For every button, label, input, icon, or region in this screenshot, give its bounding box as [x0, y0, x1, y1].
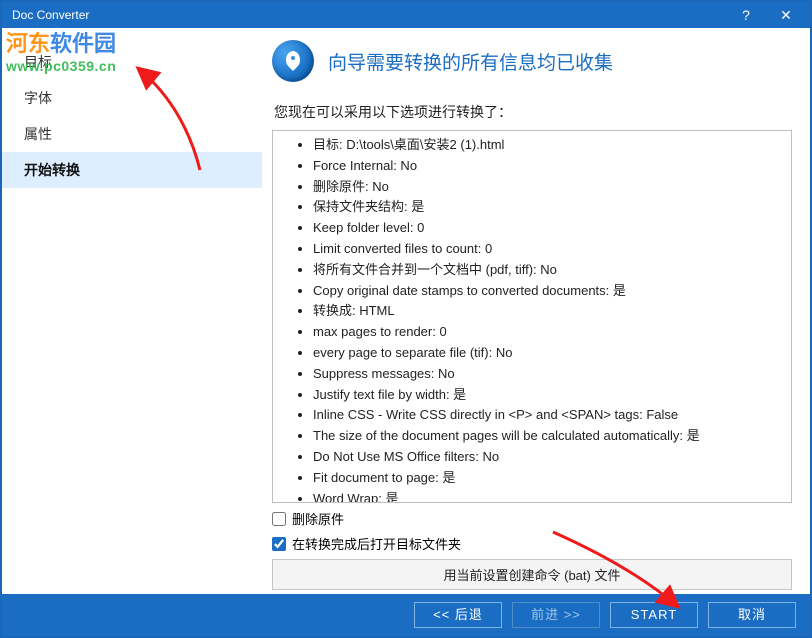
footer-bar: << 后退 前进 >> START 取消 — [2, 594, 810, 636]
close-button[interactable]: ✕ — [766, 2, 806, 28]
window-title: Doc Converter — [12, 8, 726, 22]
summary-item: Word Wrap: 是 — [313, 489, 783, 503]
checkbox-delete-source-row: 删除原件 — [272, 509, 792, 528]
summary-item: Justify text file by width: 是 — [313, 385, 783, 406]
checkbox-open-target-row: 在转换完成后打开目标文件夹 — [272, 534, 792, 553]
instruction-text: 您现在可以采用以下选项进行转换了： — [274, 102, 792, 122]
back-button[interactable]: << 后退 — [414, 602, 502, 628]
summary-item: The size of the document pages will be c… — [313, 426, 783, 447]
page-heading: 向导需要转换的所有信息均已收集 — [328, 48, 613, 75]
checkbox-open-target[interactable] — [272, 537, 286, 551]
start-button[interactable]: START — [610, 602, 698, 628]
sidebar-item-target[interactable]: 目标 — [2, 44, 262, 80]
cancel-button[interactable]: 取消 — [708, 602, 796, 628]
summary-item: Limit converted files to count: 0 — [313, 239, 783, 260]
summary-item: 将所有文件合并到一个文档中 (pdf, tiff): No — [313, 260, 783, 281]
summary-item: Keep folder level: 0 — [313, 218, 783, 239]
summary-item: 目标: D:\tools\桌面\安装2 (1).html — [313, 135, 783, 156]
summary-item: max pages to render: 0 — [313, 322, 783, 343]
rocket-icon — [272, 40, 314, 82]
next-button: 前进 >> — [512, 602, 600, 628]
help-button[interactable]: ? — [726, 2, 766, 28]
summary-listbox[interactable]: 目标: D:\tools\桌面\安装2 (1).htmlForce Intern… — [272, 130, 792, 503]
title-bar: Doc Converter ? ✕ — [2, 2, 810, 28]
summary-item: Do Not Use MS Office filters: No — [313, 447, 783, 468]
sidebar-item-fonts[interactable]: 字体 — [2, 80, 262, 116]
summary-item: Force Internal: No — [313, 156, 783, 177]
sidebar: 目标 字体 属性 开始转换 — [2, 28, 262, 594]
sidebar-item-start[interactable]: 开始转换 — [2, 152, 262, 188]
summary-item: Fit document to page: 是 — [313, 468, 783, 489]
checkbox-delete-source[interactable] — [272, 512, 286, 526]
summary-item: Inline CSS - Write CSS directly in <P> a… — [313, 405, 783, 426]
summary-item: 删除原件: No — [313, 177, 783, 198]
summary-item: every page to separate file (tif): No — [313, 343, 783, 364]
content-pane: 向导需要转换的所有信息均已收集 您现在可以采用以下选项进行转换了： 目标: D:… — [262, 28, 810, 594]
create-bat-button[interactable]: 用当前设置创建命令 (bat) 文件 — [272, 559, 792, 590]
sidebar-item-properties[interactable]: 属性 — [2, 116, 262, 152]
summary-item: Copy original date stamps to converted d… — [313, 281, 783, 302]
checkbox-open-target-label: 在转换完成后打开目标文件夹 — [292, 534, 461, 553]
summary-item: 保持文件夹结构: 是 — [313, 197, 783, 218]
summary-item: 转换成: HTML — [313, 301, 783, 322]
checkbox-delete-source-label: 删除原件 — [292, 509, 344, 528]
summary-item: Suppress messages: No — [313, 364, 783, 385]
